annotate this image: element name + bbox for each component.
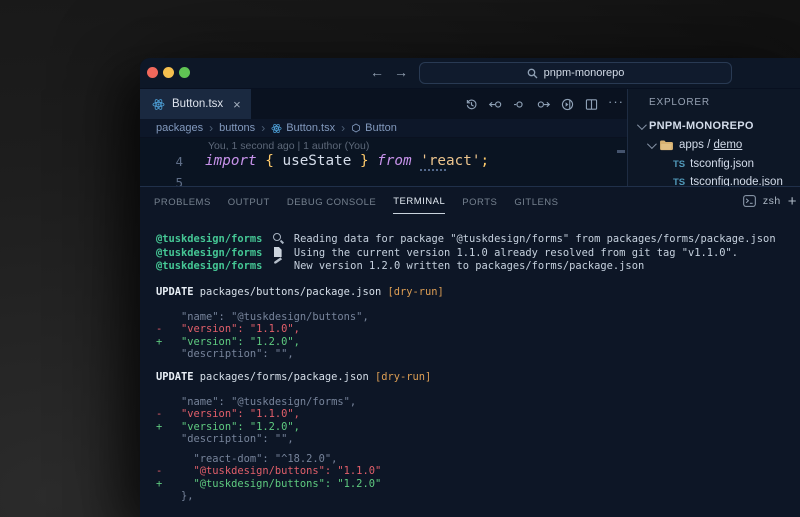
desktop-background: ← → pnpm-monorepo Button.tsx × [0, 0, 800, 517]
navigate-forward-button[interactable]: → [394, 58, 408, 88]
terminal-line: "name": "@tuskdesign/forms", [156, 396, 431, 408]
breadcrumb-symbol[interactable]: Button [351, 122, 397, 134]
split-editor-icon[interactable] [584, 97, 599, 112]
tab-problems[interactable]: PROBLEMS [154, 189, 211, 214]
history-icon[interactable] [464, 97, 479, 112]
close-window-button[interactable] [147, 67, 158, 78]
tab-label: Button.tsx [172, 98, 223, 110]
tab-ports[interactable]: PORTS [462, 189, 497, 214]
search-icon [272, 233, 285, 244]
terminal-line [156, 383, 431, 395]
compare-icon[interactable] [512, 97, 527, 112]
chevron-right-icon: › [261, 121, 265, 135]
folder-open-icon [659, 139, 674, 151]
navigate-back-button[interactable]: ← [370, 58, 384, 88]
command-center-search[interactable]: pnpm-monorepo [419, 62, 732, 84]
terminal-block-deps-diff: "react-dom": "^18.2.0",- "@tuskdesign/bu… [156, 453, 381, 503]
terminal-block-status: @tuskdesign/forms Reading data for packa… [156, 233, 776, 274]
terminal-block-update-forms: UPDATE packages/forms/package.json [dry-… [156, 371, 431, 445]
chevron-right-icon: › [341, 121, 345, 135]
editor-column: Button.tsx × [140, 89, 627, 187]
folder-label: apps / demo [679, 139, 742, 151]
terminal-line: @tuskdesign/forms New version 1.2.0 writ… [156, 260, 776, 274]
breadcrumb: packages › buttons › Button.tsx › [140, 119, 627, 137]
terminal-line: + "version": "1.2.0", [156, 336, 444, 348]
chevron-down-icon[interactable] [647, 139, 657, 149]
next-change-icon[interactable] [536, 97, 551, 112]
terminal-line: "react-dom": "^18.2.0", [156, 453, 381, 465]
terminal-line: UPDATE packages/buttons/package.json [dr… [156, 286, 444, 298]
breadcrumb-file[interactable]: Button.tsx [271, 122, 335, 134]
minimap-line-mark [617, 150, 625, 153]
terminal-line: + "@tuskdesign/buttons": "1.2.0" [156, 478, 381, 490]
terminal-line: "name": "@tuskdesign/buttons", [156, 311, 444, 323]
panel-tab-bar: PROBLEMS OUTPUT DEBUG CONSOLE TERMINAL P… [140, 187, 800, 215]
minimize-window-button[interactable] [163, 67, 174, 78]
tab-gitlens[interactable]: GITLENS [514, 189, 558, 214]
terminal-line: "description": "", [156, 433, 431, 445]
terminal-line: + "version": "1.2.0", [156, 421, 431, 433]
react-icon [271, 123, 282, 134]
breadcrumb-file-label: Button.tsx [286, 122, 335, 134]
breadcrumb-symbol-label: Button [365, 122, 397, 134]
terminal-line: UPDATE packages/forms/package.json [dry-… [156, 371, 431, 383]
code-line-5: 5 [140, 172, 627, 187]
chevron-right-icon: › [209, 121, 213, 135]
terminal-line: - "version": "1.1.0", [156, 323, 444, 335]
editor-actions: ··· [464, 89, 624, 119]
terminal-line: "description": "", [156, 348, 444, 360]
line-number: 5 [140, 172, 183, 187]
code-lines: 4 import { useState } from 'react'; 5 [140, 151, 627, 187]
tab-output[interactable]: OUTPUT [228, 189, 270, 214]
tab-debug-console[interactable]: DEBUG CONSOLE [287, 189, 376, 214]
tab-bar: Button.tsx × [140, 89, 627, 119]
run-icon[interactable] [560, 97, 575, 112]
folder-name-demo: demo [714, 139, 743, 151]
tab-button-tsx[interactable]: Button.tsx × [140, 89, 251, 119]
search-value: pnpm-monorepo [544, 67, 625, 79]
shell-label[interactable]: zsh [763, 195, 781, 207]
bottom-panel: PROBLEMS OUTPUT DEBUG CONSOLE TERMINAL P… [140, 186, 800, 517]
terminal-block-update-buttons: UPDATE packages/buttons/package.json [dr… [156, 286, 444, 360]
terminal-line: @tuskdesign/forms Using the current vers… [156, 247, 776, 261]
explorer-file-tsconfig[interactable]: TS tsconfig.json [673, 158, 754, 170]
prev-change-icon[interactable] [488, 97, 503, 112]
file-label: tsconfig.json [690, 158, 754, 170]
explorer-root-folder[interactable]: PNPM-MONOREPO [637, 120, 754, 132]
breadcrumb-buttons[interactable]: buttons [219, 122, 255, 134]
zoom-window-button[interactable] [179, 67, 190, 78]
upper-region: Button.tsx × [140, 89, 800, 187]
typescript-icon: TS [673, 159, 685, 170]
traffic-lights [147, 67, 190, 78]
doc-icon [272, 247, 285, 258]
tab-terminal[interactable]: TERMINAL [393, 188, 445, 214]
explorer-folder-apps-demo[interactable]: apps / demo [647, 139, 742, 151]
terminal-line: - "@tuskdesign/buttons": "1.1.0" [156, 465, 381, 477]
code-editor[interactable]: You, 1 second ago | 1 author (You) 4 imp… [140, 137, 627, 187]
chevron-down-icon[interactable] [637, 120, 647, 130]
terminal-line: }, [156, 490, 381, 502]
title-bar[interactable]: ← → pnpm-monorepo [140, 58, 800, 89]
terminal-line: @tuskdesign/forms Reading data for packa… [156, 233, 776, 247]
root-folder-label: PNPM-MONOREPO [649, 120, 754, 132]
code-text: import { useState } from 'react'; [205, 151, 489, 172]
search-icon [527, 68, 538, 79]
terminal-icon [743, 195, 756, 207]
new-terminal-icon[interactable]: + [788, 193, 797, 210]
vscode-window: ← → pnpm-monorepo Button.tsx × [140, 58, 800, 517]
terminal-line: - "version": "1.1.0", [156, 408, 431, 420]
explorer-sidebar: EXPLORER PNPM-MONOREPO apps / demo TS ts… [627, 89, 800, 187]
terminal-line [156, 298, 444, 310]
react-icon [152, 98, 165, 111]
terminal-shell-cluster: zsh + [743, 187, 797, 215]
symbol-class-icon [351, 123, 361, 133]
more-actions-icon[interactable]: ··· [608, 97, 624, 111]
code-line-4: 4 import { useState } from 'react'; [140, 151, 627, 172]
explorer-title: EXPLORER [649, 97, 710, 108]
pencil-icon [272, 260, 285, 271]
line-number: 4 [140, 151, 183, 172]
breadcrumb-packages[interactable]: packages [156, 122, 203, 134]
close-tab-icon[interactable]: × [233, 97, 241, 112]
